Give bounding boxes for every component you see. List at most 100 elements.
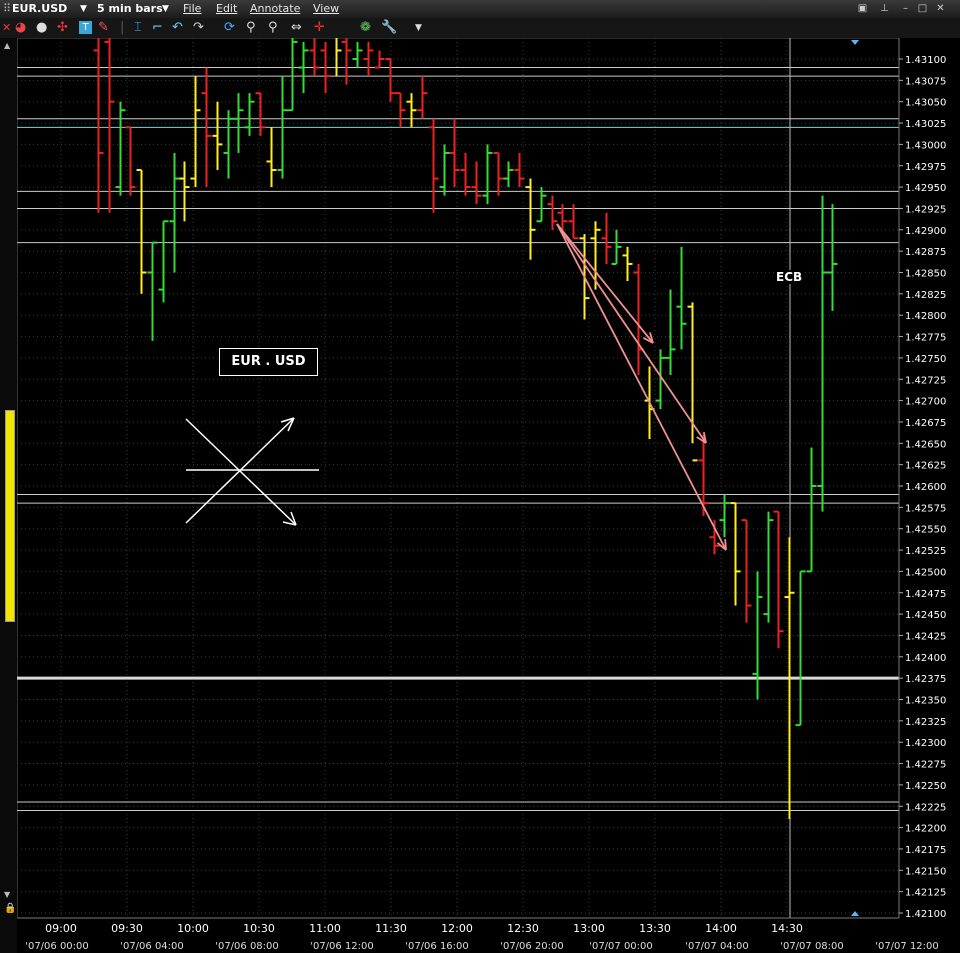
pie-icon[interactable]: ◕ bbox=[15, 20, 26, 36]
scroll-up-icon[interactable]: ▲ bbox=[4, 41, 10, 50]
ohlc-bar[interactable] bbox=[158, 220, 169, 303]
ohlc-bar[interactable] bbox=[439, 144, 450, 196]
symbol-annotation-box[interactable]: EUR . USD bbox=[219, 348, 318, 376]
y-tick-label: 1.42675 bbox=[905, 418, 946, 429]
y-tick-label: 1.42400 bbox=[905, 653, 946, 664]
ohlc-bar[interactable] bbox=[449, 118, 460, 188]
ohlc-bar[interactable] bbox=[493, 151, 504, 196]
window-drag-icon[interactable]: ⠿ bbox=[3, 2, 11, 16]
timeframe-label[interactable]: 5 min bars bbox=[97, 2, 163, 16]
text-tool-icon[interactable]: T bbox=[79, 21, 92, 34]
ohlc-bar[interactable] bbox=[332, 38, 342, 77]
x-tick-date: '07/07 00:00 bbox=[589, 941, 653, 952]
ohlc-bar[interactable] bbox=[374, 50, 385, 69]
ohlc-bar[interactable] bbox=[698, 434, 709, 516]
ohlc-bar[interactable] bbox=[309, 38, 320, 77]
x-tick-date: '07/06 16:00 bbox=[405, 941, 469, 952]
circle-icon[interactable]: ● bbox=[36, 20, 47, 36]
ohlc-bar[interactable] bbox=[460, 152, 471, 196]
ohlc-bar[interactable] bbox=[363, 41, 374, 77]
ecb-annotation[interactable]: ECB bbox=[774, 270, 805, 284]
ohlc-bar[interactable] bbox=[115, 101, 126, 196]
undo-icon[interactable]: ↶ bbox=[172, 20, 183, 36]
ohlc-bar[interactable] bbox=[795, 570, 806, 727]
ohlc-bar[interactable] bbox=[709, 520, 720, 555]
refresh-icon[interactable]: ⟳ bbox=[224, 20, 235, 36]
ohlc-bar[interactable] bbox=[104, 38, 115, 213]
left-scroll-strip[interactable]: ▲ ▼ 🔒 bbox=[0, 38, 18, 953]
zoom-out-icon[interactable]: ⚲ bbox=[268, 20, 278, 36]
ohlc-bar[interactable] bbox=[676, 246, 687, 350]
ohlc-bar[interactable] bbox=[611, 229, 622, 265]
chart-area[interactable]: 1.43100 1.43075 1.43050 1.43025 1.43000 1.429… bbox=[17, 38, 960, 953]
close-icon[interactable]: ✕ bbox=[2, 20, 11, 36]
menu-view[interactable]: View bbox=[313, 2, 339, 16]
ohlc-bar[interactable] bbox=[125, 126, 136, 196]
ohlc-bar[interactable] bbox=[136, 169, 147, 294]
ohlc-bar[interactable] bbox=[147, 241, 158, 341]
y-tick-label: 1.42300 bbox=[905, 738, 946, 749]
close-window-icon[interactable]: ✕ bbox=[935, 3, 946, 14]
zoom-in-icon[interactable]: ⚲ bbox=[246, 20, 256, 36]
symbol-label[interactable]: EUR.USD bbox=[12, 2, 67, 16]
y-tick-label: 1.42150 bbox=[905, 866, 946, 877]
redo-icon[interactable]: ↷ bbox=[193, 20, 204, 36]
ohlc-bar[interactable] bbox=[730, 502, 741, 606]
x-tick-time: 10:30 bbox=[243, 922, 275, 935]
x-tick-date: '07/06 00:00 bbox=[25, 941, 89, 952]
ohlc-bar[interactable] bbox=[244, 93, 255, 136]
ohlc-bar[interactable] bbox=[352, 41, 363, 68]
move-icon[interactable]: ⌐ bbox=[152, 20, 163, 36]
maximize-icon[interactable]: □ bbox=[917, 3, 928, 14]
scrollbar-thumb[interactable] bbox=[5, 410, 15, 622]
ohlc-bar[interactable] bbox=[93, 38, 104, 213]
y-tick-label: 1.42250 bbox=[905, 781, 946, 792]
ohlc-bar[interactable] bbox=[341, 38, 352, 85]
symbol-dropdown-icon[interactable]: ▼ bbox=[80, 2, 87, 16]
ohlc-bar[interactable] bbox=[255, 92, 266, 136]
y-tick-label: 1.42325 bbox=[905, 717, 946, 728]
palette-icon[interactable]: ❁ bbox=[360, 20, 371, 36]
ohlc-bar[interactable] bbox=[266, 127, 277, 188]
menu-file[interactable]: File bbox=[183, 2, 201, 16]
ohlc-bar[interactable] bbox=[665, 289, 676, 375]
ohlc-bar[interactable] bbox=[482, 144, 493, 205]
ohlc-bar[interactable] bbox=[212, 101, 223, 171]
cross-arrows-annotation[interactable] bbox=[185, 417, 319, 526]
menu-edit[interactable]: Edit bbox=[216, 2, 237, 16]
minimize-icon[interactable]: – bbox=[900, 3, 911, 14]
dropdown-icon[interactable]: ▼ bbox=[415, 20, 422, 36]
price-chart[interactable]: 1.43100 1.43075 1.43050 1.43025 1.43000 1.429… bbox=[17, 38, 960, 953]
menu-annotate[interactable]: Annotate bbox=[250, 2, 300, 16]
ohlc-bar[interactable] bbox=[536, 187, 547, 223]
pencil-icon[interactable]: ✎ bbox=[98, 20, 109, 36]
pin-icon[interactable]: ⊥ bbox=[879, 3, 890, 14]
pan-icon[interactable]: ⇔ bbox=[291, 20, 302, 36]
cursor-icon[interactable]: ⌶ bbox=[134, 20, 142, 36]
ohlc-bar[interactable] bbox=[622, 246, 633, 282]
ohlc-bar[interactable] bbox=[395, 92, 406, 128]
ohlc-bar[interactable] bbox=[525, 178, 536, 260]
ohlc-bar[interactable] bbox=[568, 204, 579, 240]
scroll-down-icon[interactable]: ▼ bbox=[4, 890, 10, 899]
timeframe-dropdown-icon[interactable]: ▼ bbox=[162, 2, 169, 16]
crosshair-icon[interactable]: ✣ bbox=[57, 20, 68, 36]
print-icon[interactable]: ▣ bbox=[857, 3, 868, 14]
ohlc-bar[interactable] bbox=[406, 93, 417, 128]
ohlc-bar[interactable] bbox=[601, 212, 612, 264]
ohlc-bar[interactable] bbox=[190, 76, 201, 188]
ohlc-bar[interactable] bbox=[547, 195, 558, 230]
ohlc-bar[interactable] bbox=[417, 76, 428, 119]
ohlc-bar[interactable] bbox=[773, 510, 784, 649]
ohlc-bar[interactable] bbox=[806, 447, 817, 573]
x-tick-time: 13:30 bbox=[639, 922, 671, 935]
ohlc-bar[interactable] bbox=[471, 161, 482, 205]
wrench-icon[interactable]: 🔧 bbox=[381, 20, 397, 36]
ohlc-bar[interactable] bbox=[687, 302, 698, 462]
ohlc-bar[interactable] bbox=[287, 38, 298, 112]
ohlc-bar[interactable] bbox=[169, 152, 180, 273]
lock-icon[interactable]: 🔒 bbox=[4, 903, 16, 914]
x-tick-time: 11:30 bbox=[375, 922, 407, 935]
ohlc-bar[interactable] bbox=[827, 204, 838, 311]
crosshair-red-icon[interactable]: ✛ bbox=[314, 20, 325, 36]
